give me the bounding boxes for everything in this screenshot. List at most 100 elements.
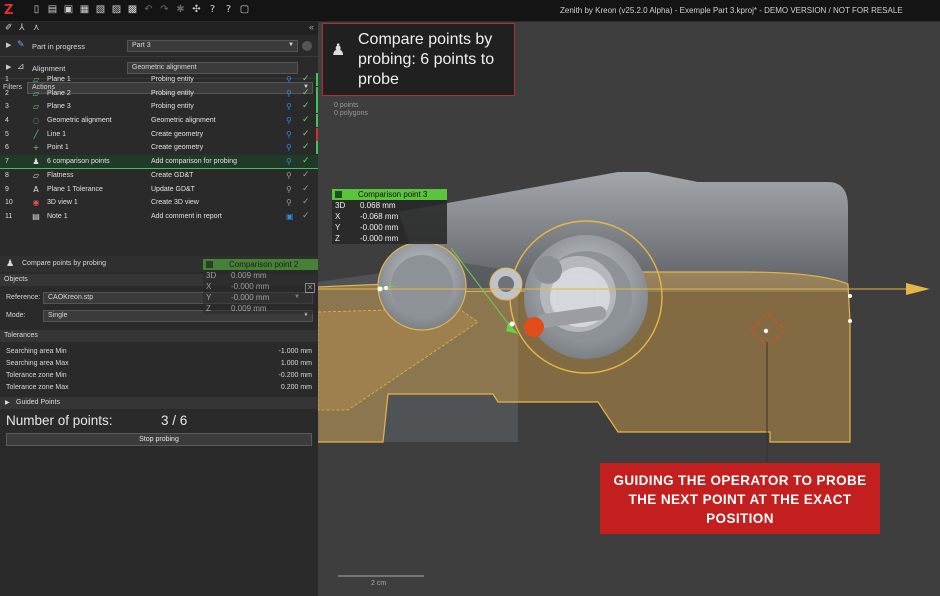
- flatness-icon: ▱: [32, 170, 40, 180]
- view-icon: ◉: [32, 198, 40, 208]
- probe-icon: ⚲: [286, 170, 292, 180]
- close-icon[interactable]: ✕: [305, 283, 315, 293]
- alignment-icon: ⊿: [17, 62, 25, 72]
- step-row-11[interactable]: 11 ▤ Note 1 Add comment in report ▣ ✓: [0, 210, 318, 224]
- probe-ball: [524, 317, 544, 337]
- expand-arrow-icon[interactable]: ▶: [6, 41, 11, 49]
- probe-icon: ⚲: [286, 116, 292, 126]
- open-icon[interactable]: ▤: [46, 3, 59, 17]
- check-icon: ✓: [302, 142, 310, 153]
- axis-arrow-icon: [906, 283, 930, 295]
- probe-icon: ⚲: [286, 129, 292, 139]
- step-row-10[interactable]: 10 ◉ 3D view 1 Create 3D view ⚲ ✓: [0, 196, 318, 210]
- settings-icon[interactable]: ✱: [174, 3, 187, 17]
- tolerance-row: Tolerance zone Max 0.200 mm: [6, 384, 312, 391]
- probe-icon: ⚲: [286, 102, 292, 112]
- plane-icon: ▱: [32, 102, 40, 112]
- probe-icon: ⚲: [286, 198, 292, 208]
- check-icon: ✓: [302, 87, 310, 98]
- panel-tabs: ✐ ⅄ ⋏ «: [0, 22, 318, 35]
- chevron-down-icon: ▼: [288, 42, 294, 48]
- stop-probing-button[interactable]: Stop probing: [6, 433, 312, 446]
- probe-icon: ⚲: [286, 88, 292, 98]
- step-row-1[interactable]: 1 ▱ Plane 1 Probing entity ⚲ ✓: [0, 73, 318, 87]
- redo-icon[interactable]: ↷: [158, 3, 171, 17]
- instruction-tooltip: ♟ Compare points by probing: 6 points to…: [322, 23, 515, 96]
- line-icon: ╱: [33, 129, 39, 139]
- info-icon[interactable]: ?: [222, 3, 235, 17]
- step-row-8[interactable]: 8 ▱ Flatness Create GD&T ⚲ ✓: [0, 169, 318, 183]
- comparison-point-2-label[interactable]: Comparison point 2 3D 0.009 mm X -0.000 mm…: [203, 259, 318, 314]
- check-icon: ✓: [302, 115, 310, 126]
- probe-icon: ⚲: [286, 143, 292, 153]
- collapse-panel-button[interactable]: «: [309, 22, 314, 32]
- check-icon: ✓: [302, 101, 310, 112]
- app-logo: Z: [4, 3, 14, 18]
- import-icon[interactable]: ▧: [94, 3, 107, 17]
- mode-label: Mode:: [6, 312, 26, 319]
- main-toolbar: ▯ ▤ ▣ ▦ ▧ ▨ ▩ ↶ ↷ ✱ ✣ ? ? ▢: [30, 3, 251, 17]
- scan-icon[interactable]: ✣: [190, 3, 203, 17]
- export-icon[interactable]: ▨: [110, 3, 123, 17]
- step-row-2[interactable]: 2 ▱ Plane 2 Probing entity ⚲ ✓: [0, 86, 318, 101]
- guided-points-section[interactable]: ▶ Guided Points: [0, 397, 318, 409]
- check-icon: ✓: [302, 74, 310, 84]
- save-as-icon[interactable]: ▦: [78, 3, 91, 17]
- number-of-points-value: 3 / 6: [161, 413, 188, 428]
- instruction-text: Compare points by probing: 6 points to p…: [358, 31, 495, 88]
- compare-panel-title: Compare points by probing: [22, 260, 107, 267]
- check-icon: ✓: [302, 210, 310, 221]
- comparison-icon: ♟: [32, 157, 40, 167]
- tolerances-section: Tolerances: [0, 330, 318, 342]
- part-select[interactable]: Part 3 ▼: [127, 40, 298, 52]
- plane-icon: ▱: [32, 88, 40, 98]
- point-status-icon: [206, 261, 213, 268]
- probe-tab-icon[interactable]: ✐: [5, 23, 13, 33]
- reference-label: Reference:: [6, 294, 41, 301]
- expand-arrow-icon[interactable]: ▶: [6, 63, 11, 71]
- scan-stats: 0 points 0 polygons: [334, 102, 368, 117]
- new-icon[interactable]: ▯: [30, 3, 43, 17]
- window-title: Zenith by Kreon (v25.2.0 Alpha) - Exempl…: [560, 6, 903, 15]
- tolerance-row: Tolerance zone Min -0.200 mm: [6, 372, 312, 379]
- scale-label: 2 cm: [371, 580, 387, 587]
- step-row-7[interactable]: 7 ♟ 6 comparison points Add comparison f…: [0, 155, 318, 169]
- tolerance-icon: A: [33, 184, 39, 194]
- check-icon: ✓: [302, 197, 310, 208]
- check-icon: ✓: [302, 128, 310, 139]
- comparison-icon: ♟: [6, 259, 15, 269]
- image-icon[interactable]: ▩: [126, 3, 139, 17]
- help-icon[interactable]: ?: [206, 3, 219, 17]
- step-row-5[interactable]: 5 ╱ Line 1 Create geometry ⚲ ✓: [0, 127, 318, 142]
- probe-icon: ⚲: [286, 157, 292, 167]
- tolerance-row: Searching area Max 1.000 mm: [6, 360, 312, 367]
- part-row: ▶ ✎ Part in progress Part 3 ▼: [0, 35, 318, 57]
- point-icon: +: [32, 143, 40, 153]
- check-icon: ✓: [302, 183, 310, 194]
- expand-arrow-icon: ▶: [5, 400, 10, 406]
- point-status-icon: [335, 191, 342, 198]
- step-row-6[interactable]: 6 + Point 1 Create geometry ⚲ ✓: [0, 141, 318, 155]
- guidance-callout: GUIDING THE OPERATOR TO PROBE THE NEXT P…: [600, 463, 880, 534]
- step-row-3[interactable]: 3 ▱ Plane 3 Probing entity ⚲ ✓: [0, 100, 318, 114]
- check-icon: ✓: [302, 156, 310, 167]
- probe-icon: ⚲: [286, 75, 292, 84]
- title-bar: Z ▯ ▤ ▣ ▦ ▧ ▨ ▩ ↶ ↷ ✱ ✣ ? ? ▢ Zenith by …: [0, 0, 940, 22]
- save-icon[interactable]: ▣: [62, 3, 75, 17]
- undo-icon[interactable]: ↶: [142, 3, 155, 17]
- step-row-9[interactable]: 9 A Plane 1 Tolerance Update GD&T ⚲ ✓: [0, 183, 318, 197]
- part-label: Part in progress: [32, 42, 85, 51]
- check-icon: ✓: [302, 169, 310, 180]
- axes-tab-icon[interactable]: ⅄: [19, 23, 25, 33]
- step-row-4[interactable]: 4 ◌ Geometric alignment Geometric alignm…: [0, 114, 318, 128]
- tree-tab-icon[interactable]: ⋏: [33, 23, 40, 33]
- step-list: 1 ▱ Plane 1 Probing entity ⚲ ✓ 2 ▱ Plane…: [0, 73, 318, 224]
- fullscreen-icon[interactable]: ▢: [238, 3, 251, 17]
- probe-icon: ▣: [286, 211, 294, 221]
- part-icon: ✎: [17, 40, 25, 50]
- alignment-label: Alignment: [32, 64, 66, 73]
- number-of-points-label: Number of points:: [6, 413, 113, 428]
- comparison-point-3-label[interactable]: Comparison point 3 3D 0.068 mm X -0.068 mm…: [332, 189, 447, 244]
- comparison-icon: ♟: [331, 40, 346, 59]
- part-status-icon[interactable]: [302, 41, 312, 51]
